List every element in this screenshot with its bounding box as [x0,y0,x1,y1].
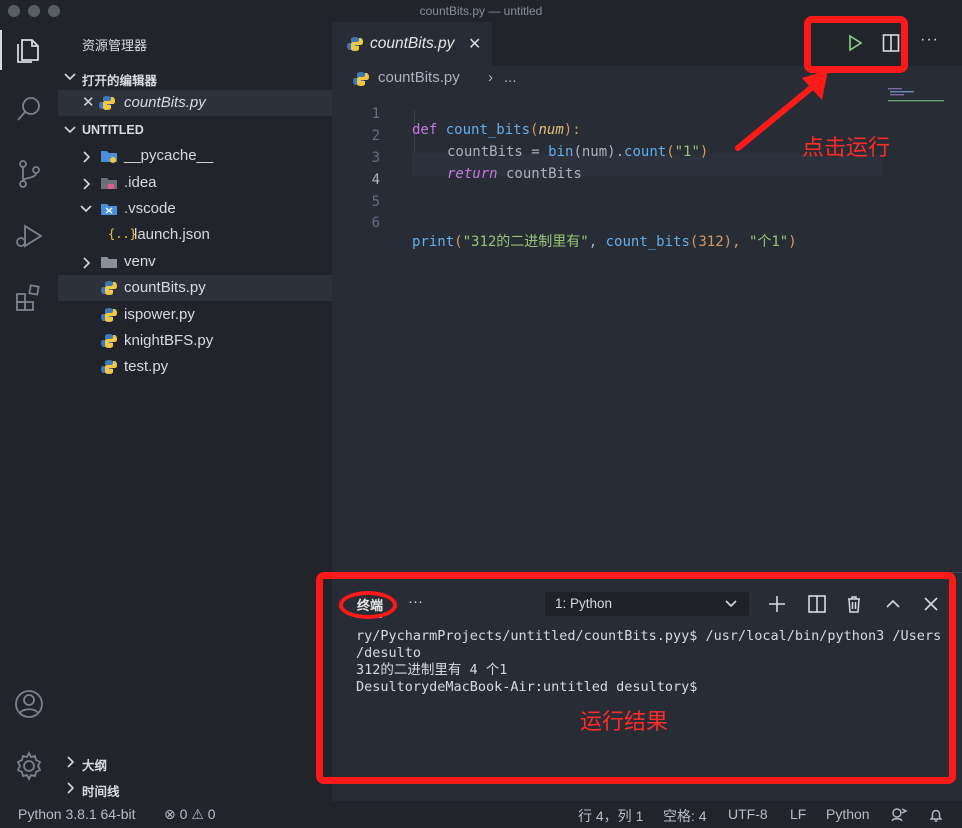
line-number: 6 [371,215,380,231]
tree-item-label: __pycache__ [124,147,214,164]
code-line-3: 3 return countBits [332,134,582,182]
chevron-right-icon [67,756,75,768]
run-debug-icon[interactable] [13,220,45,252]
python-file-icon [101,360,117,374]
activity-bar [0,22,58,801]
json-file-icon: {..} [108,227,137,241]
language-mode[interactable]: Python [826,806,870,822]
indentation[interactable]: 空格: 4 [663,806,707,826]
chevron-right-icon [67,782,75,794]
python-file-icon [353,72,369,86]
tree-item-knightbfs[interactable]: knightBFS.py [58,328,332,354]
open-editors-label: 打开的编辑器 [82,74,158,88]
tree-item-vscode[interactable]: .vscode [58,196,332,222]
result-annotation-text: 运行结果 [580,709,669,734]
encoding[interactable]: UTF-8 [728,806,768,822]
end-of-line[interactable]: LF [790,806,806,822]
tab-countbits[interactable]: countBits.py ✕ [332,22,492,66]
code-line-4: 4 [332,156,380,188]
python-file-icon [101,308,117,322]
chevron-right-icon [83,151,91,163]
chevron-right-icon [83,257,91,269]
feedback-icon[interactable] [890,807,908,823]
explorer-icon[interactable] [13,34,45,66]
code-line-2: 2 countBits = bin(num).count("1") [332,112,709,160]
search-icon[interactable] [13,94,45,126]
settings-gear-icon[interactable] [13,750,45,782]
tree-item-label: venv [124,253,156,270]
tab-label: countBits.py [370,35,455,52]
breadcrumb-symbols[interactable]: ... [504,69,517,86]
tree-item-label: knightBFS.py [124,332,214,349]
code-line-6: 6 print("312的二进制里有", count_bits(312), "个… [332,199,797,250]
more-actions-icon[interactable]: ··· [920,31,939,49]
result-highlight-box [316,572,956,784]
open-editor-label: countBits.py [124,94,206,111]
tree-item-idea[interactable]: .idea [58,170,332,196]
tree-item-label: .idea [124,174,157,191]
minimap[interactable] [888,88,948,108]
explorer-sidebar: 资源管理器 打开的编辑器 ✕ countBits.py UNTITLED __p… [58,22,332,801]
outline-label: 大纲 [82,759,108,773]
chevron-down-icon [64,126,76,134]
close-editor-icon[interactable]: ✕ [82,93,95,111]
breadcrumb-file[interactable]: countBits.py [378,69,460,86]
timeline-section[interactable]: 时间线 [58,775,332,801]
tree-item-countbits[interactable]: countBits.py [58,275,332,301]
error-icon: ⊗ [164,806,176,822]
chevron-right-icon: › [488,69,493,86]
chevron-right-icon [83,178,91,190]
open-editors-section[interactable]: 打开的编辑器 [58,64,332,90]
bell-icon[interactable] [928,807,944,823]
folder-icon [101,151,117,163]
problems-indicator[interactable]: ⊗ 0 ⚠ 0 [164,806,216,823]
run-annotation-text: 点击运行 [802,135,891,160]
python-file-icon [101,334,117,348]
active-indicator [0,30,2,70]
status-bar: Python 3.8.1 64-bit ⊗ 0 ⚠ 0 行 4，列 1 空格: … [0,801,962,828]
folder-icon [101,257,117,268]
account-icon[interactable] [13,688,45,720]
tree-item-label: test.py [124,358,169,375]
warning-icon: ⚠ [191,806,204,822]
python-file-icon [347,37,363,51]
error-count: 0 [179,806,188,822]
terminal-tab-highlight [339,591,397,619]
open-editor-item[interactable]: ✕ countBits.py [58,90,332,116]
tree-item-test[interactable]: test.py [58,354,332,380]
chevron-down-icon [80,205,92,213]
tree-item-label: ispower.py [124,306,195,323]
source-control-icon[interactable] [13,158,45,190]
warning-count: 0 [207,806,216,822]
tree-item-venv[interactable]: venv [58,249,332,275]
folder-icon [101,178,117,189]
tree-item-pycache[interactable]: __pycache__ [58,143,332,169]
folder-open-icon [101,204,117,215]
python-interpreter[interactable]: Python 3.8.1 64-bit [18,806,136,822]
outline-section[interactable]: 大纲 [58,749,332,775]
python-file-icon [101,281,117,295]
timeline-label: 时间线 [82,785,120,799]
chevron-down-icon [64,73,76,81]
code-line-1: 1 def count_bits(num): [332,90,581,138]
tree-item-launch-json[interactable]: {..} launch.json [58,222,332,248]
sidebar-title: 资源管理器 [82,38,148,53]
untitled-folder-section[interactable]: UNTITLED [58,117,332,143]
python-file-icon [99,96,115,110]
tree-item-ispower[interactable]: ispower.py [58,302,332,328]
extensions-icon[interactable] [13,282,45,314]
tree-item-label: .vscode [124,200,176,217]
tree-item-label: countBits.py [124,279,206,296]
tab-close-icon[interactable]: ✕ [468,34,481,54]
folder-label: UNTITLED [82,123,144,137]
cursor-position[interactable]: 行 4，列 1 [578,806,643,826]
code-line-5: 5 [332,178,380,210]
tree-item-label: launch.json [134,226,210,243]
